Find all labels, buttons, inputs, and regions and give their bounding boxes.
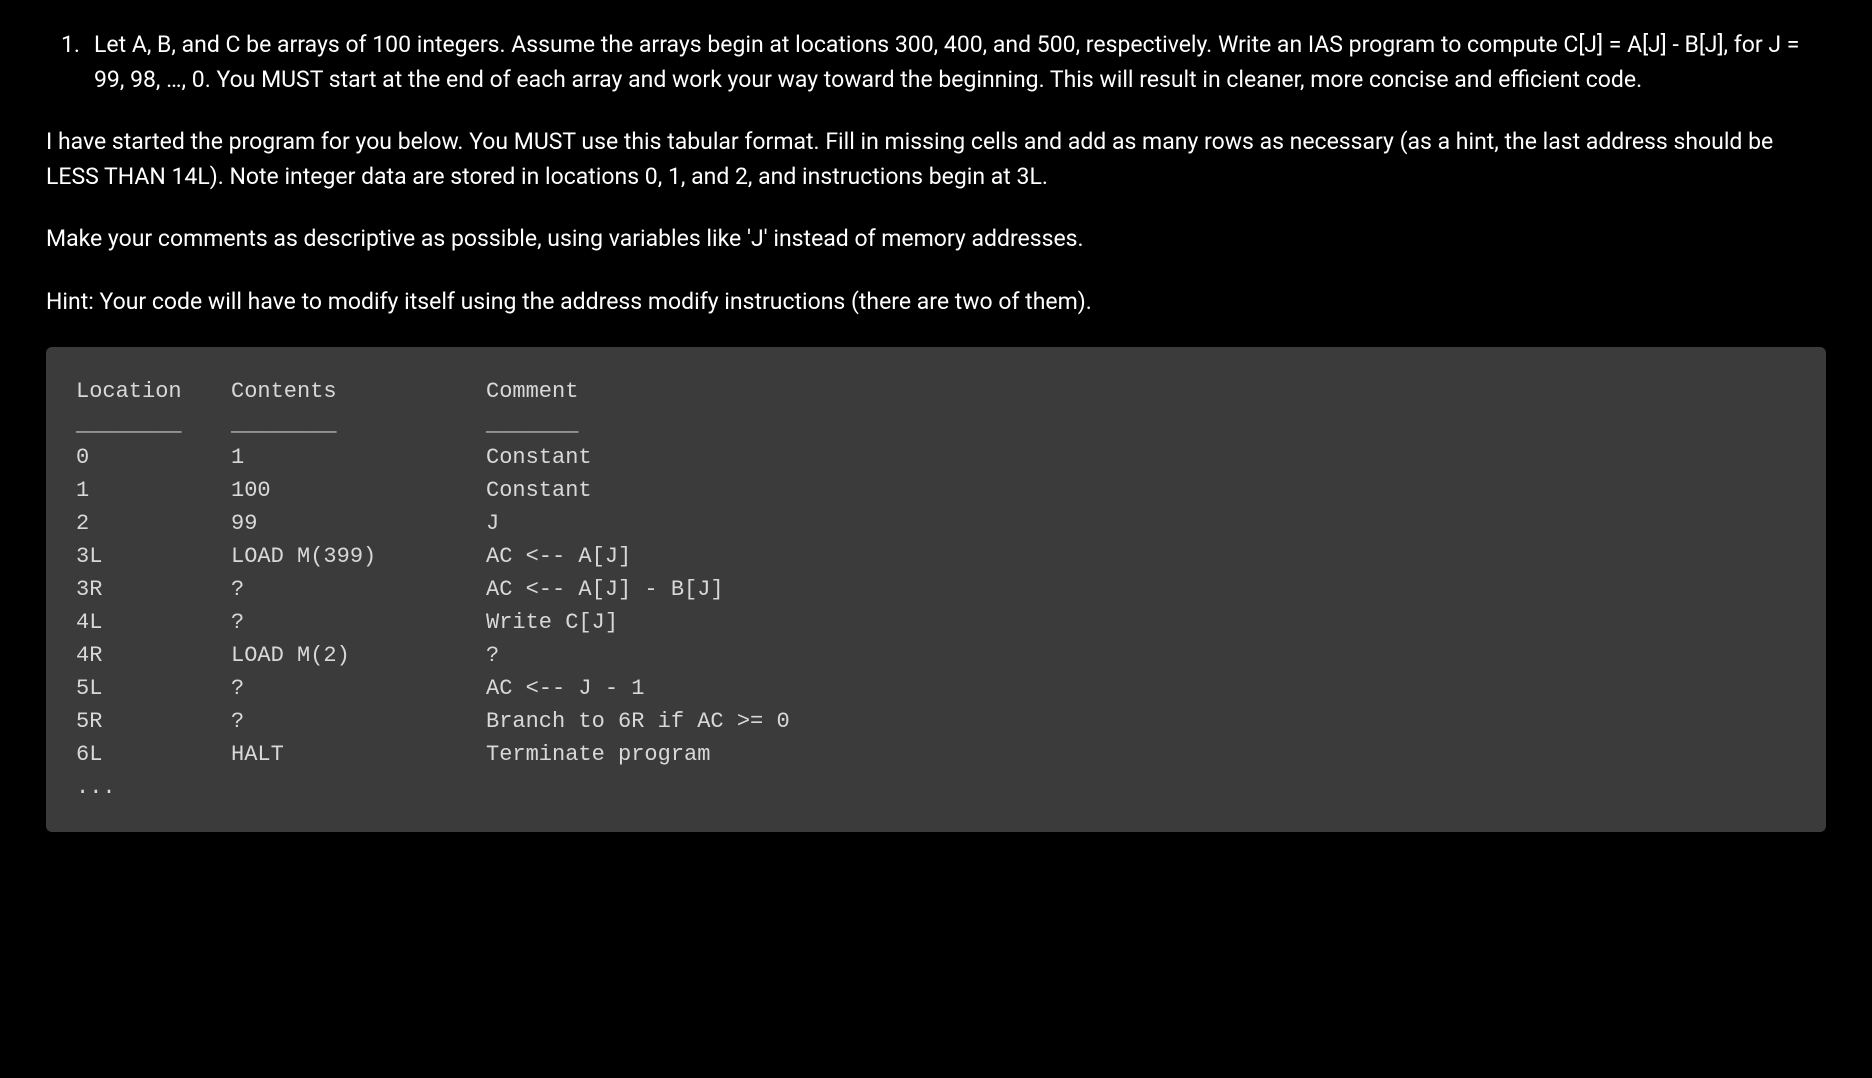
cell-contents: 99 (231, 507, 486, 540)
question-text: Let A, B, and C be arrays of 100 integer… (94, 28, 1826, 97)
cell-location: 5R (76, 705, 231, 738)
table-row: 4R LOAD M(2) ? (76, 639, 1796, 672)
header-comment: Comment (486, 375, 1796, 408)
cell-contents: ? (231, 672, 486, 705)
table-row: 0 1 Constant (76, 441, 1796, 474)
divider-location: ________ (76, 408, 231, 441)
cell-contents: LOAD M(399) (231, 540, 486, 573)
cell-location: ... (76, 771, 231, 804)
table-row: 6L HALT Terminate program (76, 738, 1796, 771)
table-header-row: Location Contents Comment (76, 375, 1796, 408)
paragraph-format: I have started the program for you below… (46, 125, 1826, 194)
table-row: ... (76, 771, 1796, 804)
cell-comment: J (486, 507, 1796, 540)
table-row: 5L ? AC <-- J - 1 (76, 672, 1796, 705)
cell-contents: ? (231, 573, 486, 606)
cell-comment: Constant (486, 474, 1796, 507)
header-contents: Contents (231, 375, 486, 408)
cell-contents: ? (231, 705, 486, 738)
paragraph-hint: Hint: Your code will have to modify itse… (46, 285, 1826, 320)
table-row: 1 100 Constant (76, 474, 1796, 507)
table-row: 4L ? Write C[J] (76, 606, 1796, 639)
table-row: 3R ? AC <-- A[J] - B[J] (76, 573, 1796, 606)
table-divider-row: ________ ________ _______ (76, 408, 1796, 441)
cell-location: 4L (76, 606, 231, 639)
divider-contents: ________ (231, 408, 486, 441)
cell-location: 1 (76, 474, 231, 507)
paragraph-comments: Make your comments as descriptive as pos… (46, 222, 1826, 257)
cell-contents (231, 771, 486, 804)
cell-comment: Branch to 6R if AC >= 0 (486, 705, 1796, 738)
cell-comment (486, 771, 1796, 804)
cell-location: 2 (76, 507, 231, 540)
cell-contents: LOAD M(2) (231, 639, 486, 672)
cell-comment: ? (486, 639, 1796, 672)
cell-location: 3R (76, 573, 231, 606)
cell-location: 6L (76, 738, 231, 771)
cell-contents: ? (231, 606, 486, 639)
cell-comment: Constant (486, 441, 1796, 474)
cell-comment: AC <-- A[J] (486, 540, 1796, 573)
cell-comment: Write C[J] (486, 606, 1796, 639)
question-number: 1. (46, 28, 84, 97)
table-row: 5R ? Branch to 6R if AC >= 0 (76, 705, 1796, 738)
cell-contents: 100 (231, 474, 486, 507)
cell-location: 5L (76, 672, 231, 705)
cell-comment: AC <-- A[J] - B[J] (486, 573, 1796, 606)
cell-comment: Terminate program (486, 738, 1796, 771)
cell-contents: HALT (231, 738, 486, 771)
cell-comment: AC <-- J - 1 (486, 672, 1796, 705)
cell-location: 0 (76, 441, 231, 474)
divider-comment: _______ (486, 408, 1796, 441)
question-item: 1. Let A, B, and C be arrays of 100 inte… (46, 28, 1826, 97)
table-row: 2 99 J (76, 507, 1796, 540)
table-row: 3L LOAD M(399) AC <-- A[J] (76, 540, 1796, 573)
cell-location: 4R (76, 639, 231, 672)
cell-location: 3L (76, 540, 231, 573)
cell-contents: 1 (231, 441, 486, 474)
header-location: Location (76, 375, 231, 408)
code-block: Location Contents Comment ________ _____… (46, 347, 1826, 832)
